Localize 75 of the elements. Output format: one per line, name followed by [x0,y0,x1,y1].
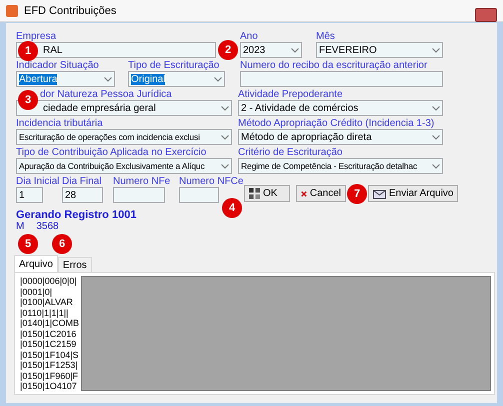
field-value: Escrituração de operações com incidencia exclusi [19,132,200,142]
dropdown-field[interactable]: FEVEREIRO [316,42,443,58]
log-line: |0100|ALVAR [20,297,74,308]
field-label: Tipo de Escrituração [128,60,220,71]
send-button[interactable]: Enviar Arquivo [368,185,458,202]
ok-button[interactable]: OK [244,185,290,202]
dropdown-field[interactable]: Método de apropriação direta [238,129,443,145]
field-label: Atividade Prepoderante [238,89,343,100]
log-line: |0150|1O4107 [20,381,78,392]
field-label: Critério de Escrituração [238,147,342,158]
field-value: ciedade empresária geral [43,102,156,114]
chevron-down-icon [432,164,440,168]
log-line: |0150|1F1253| [20,360,79,370]
log-line: |0150|1F960|F [20,370,80,381]
field-value: 28 [65,190,76,200]
log-line: |0150|1F104|S [20,350,80,360]
field-value: 1 [19,190,25,200]
input-field[interactable] [240,71,443,87]
field-label: dor Natureza Pessoa Jurídica [40,89,172,100]
log-line: |0150|1C2159 [20,339,78,350]
cross-icon [301,188,307,198]
chevron-down-icon [104,76,112,82]
field-label: Ano [240,31,258,42]
field-label: Numero do recibo da escrituração anterior [240,60,428,71]
chevron-down-icon [221,164,229,168]
cancel-button[interactable]: Cancel [296,185,346,202]
input-field[interactable]: 28 [62,187,103,203]
field-label: Dia Inicial [16,176,60,187]
log-line: |0110|1|1|1|| [20,308,70,318]
status-text: 3568 [36,221,59,232]
chevron-down-icon [214,76,222,82]
tab[interactable]: Erros [58,257,92,272]
window-title: EFD Contribuições [24,4,116,16]
field-value: Apuração da Contribuição Exclusivamente a Alíquc [19,161,205,171]
field-value: FEVEREIRO [319,44,377,56]
dropdown-field[interactable]: Original [128,71,225,87]
dropdown-field[interactable]: 2 - Atividade de comércios [238,100,443,116]
field-value: Regime de Competência - Escrituração detalhac [241,161,418,171]
envelope-icon [373,188,386,199]
dropdown-field[interactable]: Escrituração de operações com incidencia exclusi [16,129,232,145]
field-value: 2 - Atividade de comércios [241,102,358,114]
field-label: Numero NFe [113,176,170,187]
chevron-down-icon [432,134,440,140]
field-value: Método de apropriação direta [241,132,372,142]
log-line: |0150|1C2016 [20,328,78,339]
tab[interactable]: Arquivo [14,255,58,272]
chevron-down-icon [221,106,229,110]
chevron-down-icon [291,48,299,52]
input-field[interactable]: 1 [16,187,43,203]
input-field[interactable] [113,187,165,203]
close-button[interactable] [475,8,497,22]
chevron-down-icon [221,134,229,140]
field-label: Método Apropriação Crédito (Incidencia 1-3) [238,118,434,129]
field-value: RAL [43,44,62,56]
status-title: Gerando Registro 1001 [16,209,136,221]
status-text: M [16,221,24,232]
log-line: |0001|0| [20,286,54,297]
dropdown-field[interactable]: 2023 [240,42,302,58]
app-logo-icon [6,4,18,16]
dropdown-field[interactable]: Apuração da Contribuição Exclusivamente a Alíquc [16,158,232,174]
field-label: Empresa [16,31,56,42]
field-label: Indicador Situação [16,60,99,71]
field-label: Numero NFCe [179,176,244,187]
chevron-down-icon [432,48,440,52]
field-label: Mês [316,31,335,42]
field-label: Incidencia tributária [16,118,103,129]
input-field[interactable] [179,187,219,203]
field-value: 2023 [243,44,266,56]
chevron-down-icon [432,106,440,110]
grid-icon [249,188,260,199]
field-label: Dia Final [62,176,102,187]
log-line: |0140|1|COMB [20,318,80,328]
log-line: |0000|006|0|0| [20,276,78,286]
dropdown-field[interactable]: Regime de Competência - Escrituração detalhac [238,158,443,174]
field-label: Tipo de Contribuição Aplicada no Exercício [16,147,206,158]
